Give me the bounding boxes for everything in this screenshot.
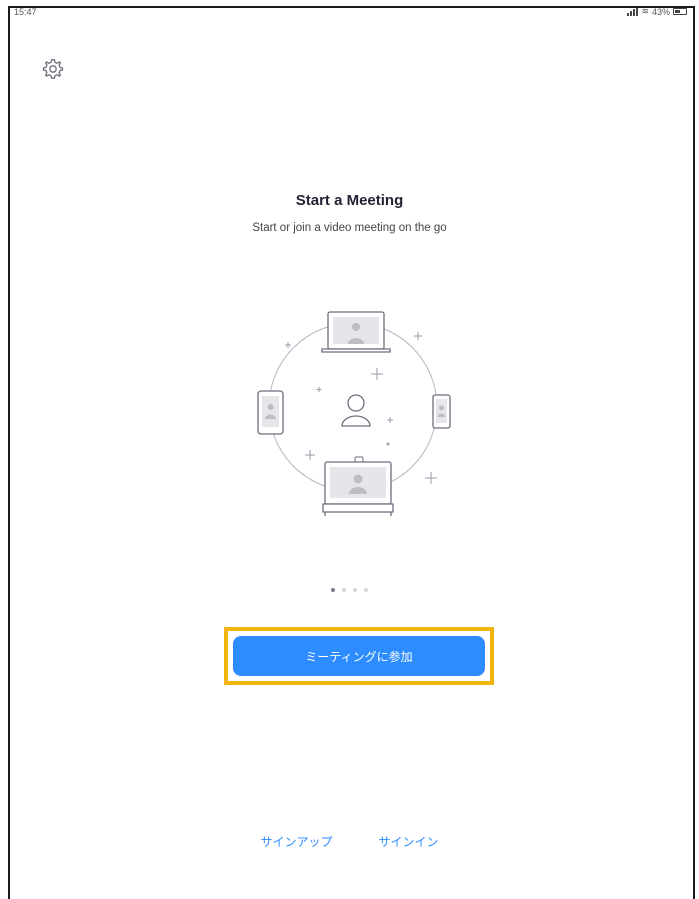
- phone-right-icon: [432, 394, 451, 429]
- status-time: 15:47: [14, 7, 37, 17]
- wifi-icon: ≋: [641, 6, 649, 16]
- sign-in-link[interactable]: サインイン: [379, 833, 439, 850]
- page-dot-1[interactable]: [331, 588, 335, 592]
- meeting-illustration: [238, 302, 468, 522]
- page-indicator[interactable]: [0, 588, 699, 592]
- battery-percent: 43%: [651, 6, 670, 17]
- auth-links: サインアップ サインイン: [0, 833, 699, 850]
- sign-up-link[interactable]: サインアップ: [260, 833, 332, 850]
- page-subtitle: Start or join a video meeting on the go: [252, 222, 447, 234]
- join-meeting-button[interactable]: ミーティングに参加: [233, 636, 485, 676]
- person-icon: [341, 394, 371, 427]
- page-title: Start a Meeting: [295, 192, 404, 209]
- page-dot-2[interactable]: [342, 588, 346, 592]
- status-indicators: ≋ 43%: [627, 6, 687, 17]
- page-dot-3[interactable]: [353, 588, 357, 592]
- laptop-top-icon: [321, 311, 391, 353]
- signal-icon: [627, 7, 639, 16]
- gear-icon: [42, 59, 64, 79]
- battery-icon: [673, 8, 687, 15]
- tv-bottom-icon: [322, 456, 394, 516]
- tablet-left-icon: [257, 390, 284, 435]
- page-dot-4[interactable]: [364, 588, 368, 592]
- settings-button[interactable]: [41, 57, 65, 81]
